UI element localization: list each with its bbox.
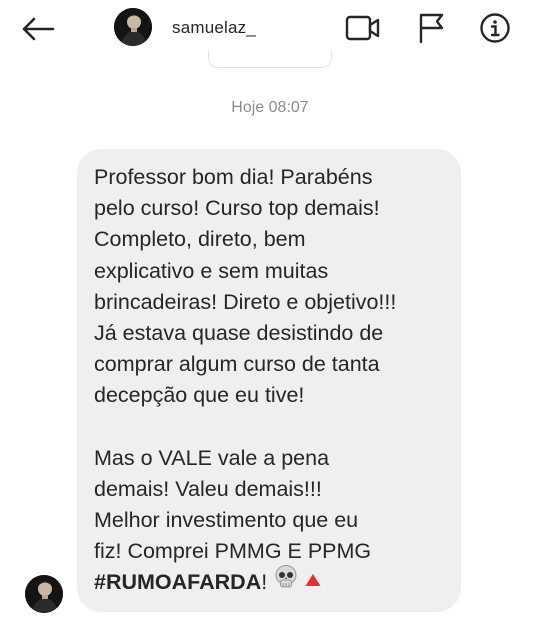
message-bubble[interactable]: Professor bom dia! Parabéns pelo curso! … xyxy=(77,149,461,612)
back-button[interactable] xyxy=(18,10,58,48)
message-line: Já estava quase desistindo de xyxy=(94,320,384,345)
message-line: Mas o VALE vale a pena xyxy=(94,445,330,470)
video-call-button[interactable] xyxy=(344,10,382,46)
chat-username[interactable]: samuelaz_ xyxy=(172,18,256,38)
previous-message-edge xyxy=(208,50,332,68)
message-line: fiz! Comprei PMMG E PPMG xyxy=(94,539,372,564)
direct-message-screen: samuelaz_ Hoje 08:07 Professor bom dia! … xyxy=(0,0,540,636)
hashtag: #RUMOAFARDA xyxy=(94,570,262,595)
conversation-info-button[interactable] xyxy=(476,10,514,46)
message-line: Professor bom dia! Parabéns xyxy=(94,165,373,189)
arrow-left-icon xyxy=(22,17,55,41)
flag-icon xyxy=(419,13,444,44)
sender-avatar[interactable] xyxy=(25,575,63,613)
skull-icon xyxy=(273,564,299,599)
hashtag-suffix: ! xyxy=(261,570,268,595)
message-line: Melhor investimento que eu xyxy=(94,508,359,533)
video-camera-icon xyxy=(345,15,380,41)
avatar[interactable] xyxy=(114,8,152,46)
message-line: explicativo e sem muitas xyxy=(94,258,329,283)
message-line: Completo, direto, bem xyxy=(94,227,306,252)
message-line: pelo curso! Curso top demais! xyxy=(94,196,380,221)
message-line: brincadeiras! Direto e objetivo!!! xyxy=(94,289,397,314)
message-line: comprar algum curso de tanta xyxy=(94,352,380,377)
message-line: demais! Valeu demais!!! xyxy=(94,476,322,501)
red-triangle-icon xyxy=(304,566,322,597)
message-last-line: #RUMOAFARDA! xyxy=(94,564,449,599)
message-line: decepção que eu tive! xyxy=(94,383,305,408)
report-button[interactable] xyxy=(412,10,450,46)
message-timestamp: Hoje 08:07 xyxy=(231,99,309,116)
info-icon xyxy=(480,13,510,43)
